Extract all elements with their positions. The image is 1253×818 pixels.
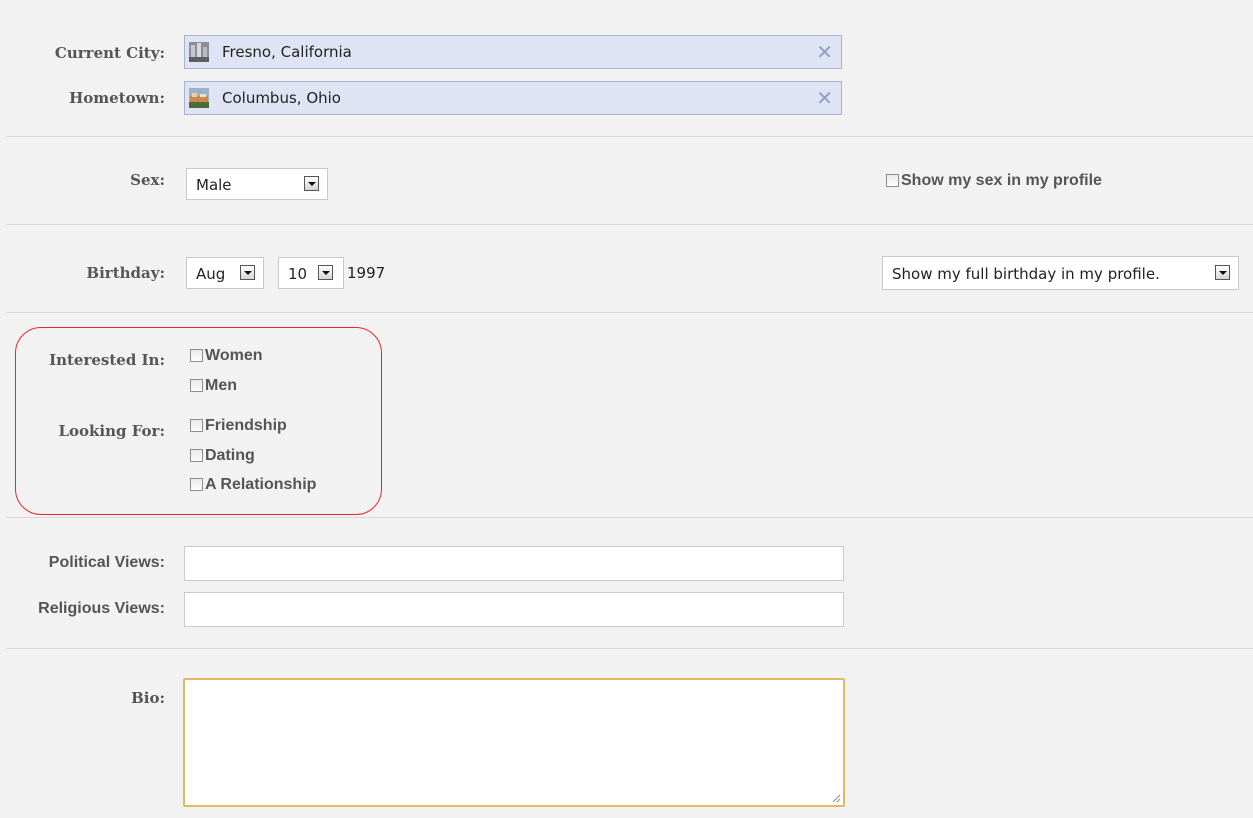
section-divider bbox=[6, 517, 1253, 518]
birthday-month-select[interactable]: Aug bbox=[186, 257, 264, 289]
section-divider bbox=[6, 648, 1253, 649]
men-label: Men bbox=[205, 376, 237, 394]
chevron-down-icon[interactable] bbox=[1215, 265, 1230, 280]
hometown-value: Columbus, Ohio bbox=[222, 89, 341, 107]
section-divider bbox=[6, 312, 1253, 313]
women-label: Women bbox=[205, 346, 263, 364]
birthday-visibility-value: Show my full birthday in my profile. bbox=[892, 265, 1160, 283]
looking-for-friendship[interactable]: Friendship bbox=[190, 416, 287, 436]
bio-label: Bio: bbox=[131, 689, 165, 707]
hometown-token-input[interactable]: Columbus, Ohio ✕ bbox=[184, 81, 842, 115]
current-city-token-input[interactable]: Fresno, California ✕ bbox=[184, 35, 842, 69]
chevron-down-icon[interactable] bbox=[304, 176, 319, 191]
remove-hometown-icon[interactable]: ✕ bbox=[816, 86, 833, 110]
looking-for-dating[interactable]: Dating bbox=[190, 446, 255, 466]
religious-views-input[interactable] bbox=[184, 592, 844, 627]
birthday-visibility-select[interactable]: Show my full birthday in my profile. bbox=[882, 256, 1239, 290]
show-sex-option[interactable]: Show my sex in my profile bbox=[886, 171, 1102, 191]
interested-in-women[interactable]: Women bbox=[190, 346, 262, 366]
hometown-label: Hometown: bbox=[69, 89, 165, 107]
political-views-input[interactable] bbox=[184, 546, 844, 581]
relationship-label: A Relationship bbox=[205, 475, 317, 493]
birthday-month-value: Aug bbox=[196, 265, 226, 283]
relationship-checkbox[interactable] bbox=[190, 478, 203, 491]
friendship-checkbox[interactable] bbox=[190, 419, 203, 432]
chevron-down-icon[interactable] bbox=[240, 265, 255, 280]
religious-views-label: Religious Views: bbox=[38, 600, 165, 617]
chevron-down-icon[interactable] bbox=[318, 265, 333, 280]
birthday-day-value: 10 bbox=[288, 265, 308, 283]
resize-grip-icon[interactable] bbox=[831, 793, 841, 803]
sex-label: Sex: bbox=[130, 171, 165, 189]
birthday-year: 1997 bbox=[347, 264, 386, 282]
sex-select-value: Male bbox=[196, 176, 232, 194]
current-city-value: Fresno, California bbox=[222, 43, 352, 61]
looking-for-relationship[interactable]: A Relationship bbox=[190, 475, 316, 495]
women-checkbox[interactable] bbox=[190, 349, 203, 362]
sex-select[interactable]: Male bbox=[186, 168, 328, 200]
interested-in-men[interactable]: Men bbox=[190, 376, 237, 396]
men-checkbox[interactable] bbox=[190, 379, 203, 392]
dating-checkbox[interactable] bbox=[190, 449, 203, 462]
remove-current-city-icon[interactable]: ✕ bbox=[816, 40, 833, 64]
city-thumbnail-icon bbox=[189, 42, 209, 62]
hometown-thumbnail-icon bbox=[189, 88, 209, 108]
current-city-label: Current City: bbox=[54, 44, 165, 62]
bio-textarea[interactable] bbox=[183, 678, 845, 807]
show-sex-checkbox[interactable] bbox=[886, 174, 899, 187]
friendship-label: Friendship bbox=[205, 416, 287, 434]
birthday-day-select[interactable]: 10 bbox=[278, 257, 344, 289]
show-sex-label: Show my sex in my profile bbox=[901, 171, 1102, 189]
political-views-label: Political Views: bbox=[48, 554, 165, 571]
interested-in-label: Interested In: bbox=[49, 351, 165, 369]
section-divider bbox=[6, 224, 1253, 225]
birthday-label: Birthday: bbox=[86, 264, 165, 282]
looking-for-label: Looking For: bbox=[58, 422, 165, 440]
dating-label: Dating bbox=[205, 446, 255, 464]
section-divider bbox=[6, 136, 1253, 137]
